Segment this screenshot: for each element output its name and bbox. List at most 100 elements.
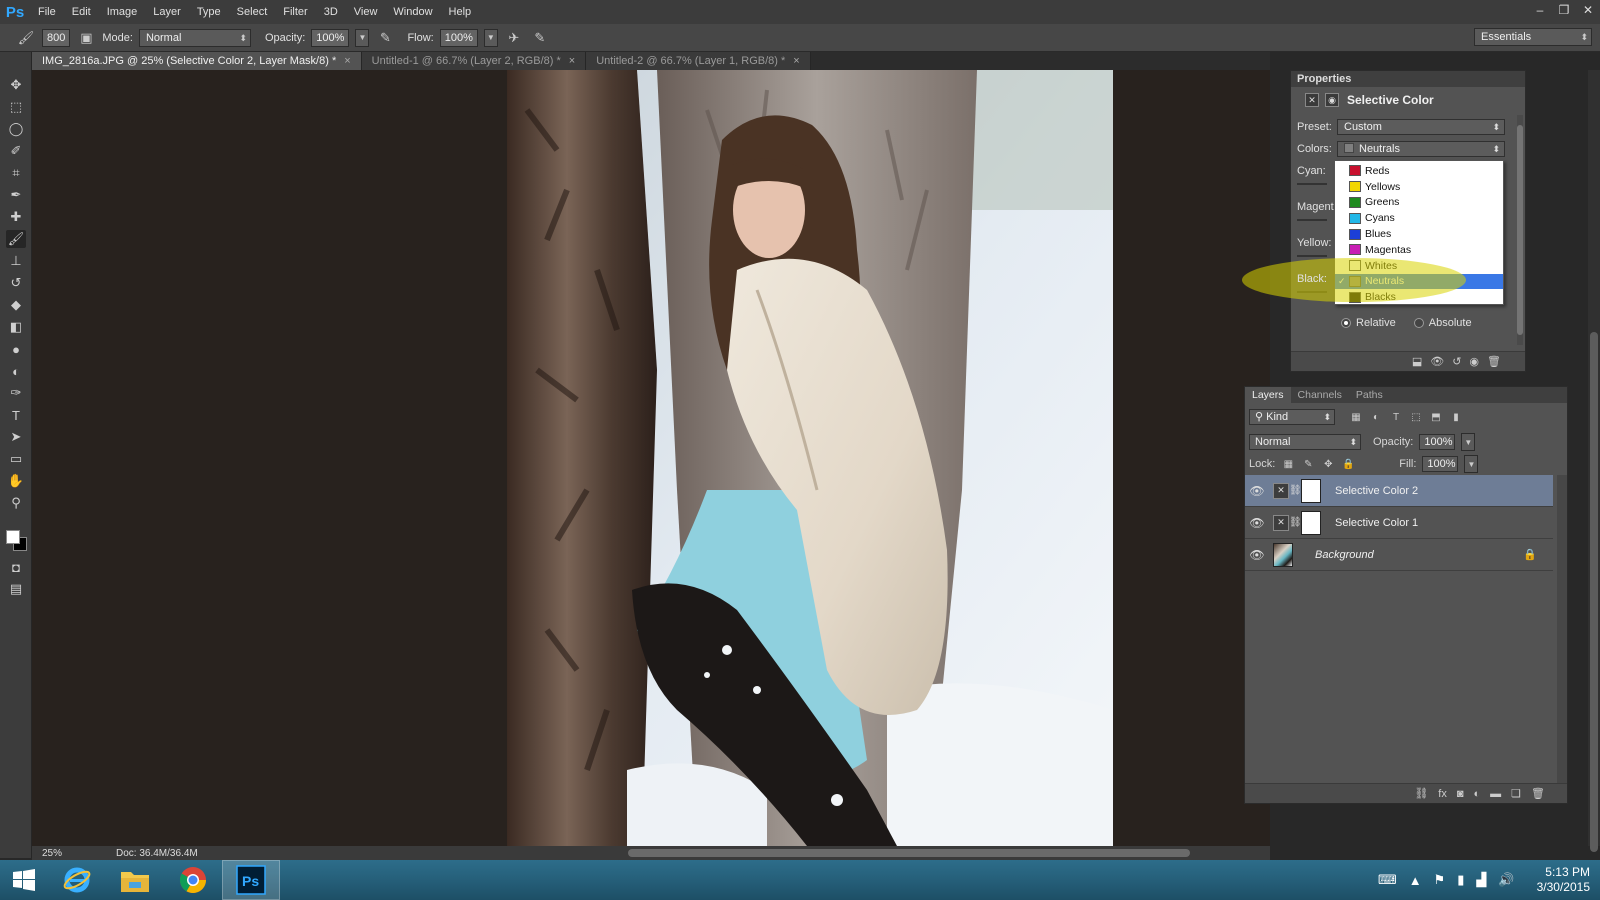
properties-scrollbar[interactable] — [1517, 115, 1523, 345]
dodge-tool-icon[interactable]: ◐ — [6, 362, 26, 380]
menu-file[interactable]: File — [30, 0, 64, 24]
eye-icon[interactable]: 👁 — [1245, 516, 1269, 530]
layer-selective-color-1[interactable]: 👁 ✕ ⛓ Selective Color 1 — [1245, 507, 1553, 539]
layer-name[interactable]: Selective Color 1 — [1335, 517, 1418, 529]
menu-image[interactable]: Image — [99, 0, 146, 24]
dropdown-item-magentas[interactable]: Magentas — [1335, 242, 1503, 258]
color-swatches[interactable] — [6, 530, 28, 552]
view-previous-icon[interactable]: 👁 — [1430, 355, 1444, 368]
mode-select[interactable]: Normal — [138, 28, 251, 47]
eraser-tool-icon[interactable]: ◆ — [6, 296, 26, 314]
lock-all-icon[interactable]: 🔒 — [1341, 457, 1355, 471]
clip-to-layer-icon[interactable]: ⬓ — [1412, 355, 1422, 368]
tab-channels[interactable]: Channels — [1291, 387, 1349, 403]
reset-icon[interactable]: ↺ — [1452, 355, 1461, 368]
clone-stamp-tool-icon[interactable]: ⊥ — [6, 252, 26, 270]
horizontal-scrollbar[interactable] — [628, 849, 1190, 857]
zoom-tool-icon[interactable]: ⚲ — [6, 494, 26, 512]
eye-icon[interactable]: 👁 — [1245, 548, 1269, 562]
file-explorer-button[interactable] — [106, 860, 164, 900]
fill-field[interactable]: 100% — [1422, 456, 1459, 472]
new-layer-icon[interactable]: ❏ — [1511, 787, 1521, 800]
move-tool-icon[interactable]: ✥ — [6, 76, 26, 94]
smart-object-filter-icon[interactable]: ⬒ — [1429, 410, 1443, 424]
opacity-field[interactable]: 100% — [311, 28, 350, 47]
dropdown-item-neutrals[interactable]: ✓ Neutrals — [1335, 273, 1503, 290]
flow-field[interactable]: 100% — [439, 28, 478, 47]
history-brush-tool-icon[interactable]: ↺ — [6, 274, 26, 292]
cyan-slider[interactable] — [1297, 183, 1327, 185]
adjustment-filter-icon[interactable]: ◐ — [1369, 410, 1383, 424]
background-thumbnail[interactable] — [1273, 542, 1293, 567]
lock-position-icon[interactable]: ✥ — [1321, 457, 1335, 471]
layer-mask-thumbnail[interactable] — [1301, 510, 1321, 535]
marquee-tool-icon[interactable]: ⬚ — [6, 98, 26, 116]
quick-select-tool-icon[interactable]: ✐ — [6, 142, 26, 160]
layer-mask-icon[interactable]: ◉ — [1325, 93, 1339, 107]
tab-close-icon[interactable]: × — [344, 55, 350, 67]
tab-paths[interactable]: Paths — [1349, 387, 1390, 403]
eye-icon[interactable]: 👁 — [1245, 484, 1269, 498]
right-dock-scroll-thumb[interactable] — [1590, 332, 1598, 852]
dropdown-item-blacks[interactable]: Blacks — [1335, 289, 1503, 305]
action-center-flag-icon[interactable]: ⚑ — [1434, 872, 1446, 888]
tab-untitled-2[interactable]: Untitled-2 @ 66.7% (Layer 1, RGB/8) * × — [586, 52, 811, 70]
brush-panel-icon[interactable]: ▣ — [76, 28, 96, 48]
tab-img-2816a[interactable]: IMG_2816a.JPG @ 25% (Selective Color 2, … — [32, 52, 362, 70]
layer-opacity-field[interactable]: 100% — [1419, 434, 1456, 450]
layer-mask-thumbnail[interactable] — [1301, 478, 1321, 503]
trash-icon[interactable]: 🗑 — [1487, 355, 1501, 368]
add-mask-icon[interactable]: ◙ — [1457, 788, 1464, 800]
menu-select[interactable]: Select — [229, 0, 276, 24]
type-filter-icon[interactable]: T — [1389, 410, 1403, 424]
layer-selective-color-2[interactable]: 👁 ✕ ⛓ Selective Color 2 — [1245, 475, 1553, 507]
dropdown-item-cyans[interactable]: Cyans — [1335, 210, 1503, 226]
shape-filter-icon[interactable]: ⬚ — [1409, 410, 1423, 424]
menu-view[interactable]: View — [346, 0, 386, 24]
quick-mask-icon[interactable]: ◘ — [6, 558, 26, 576]
pen-tool-icon[interactable]: ✑ — [6, 384, 26, 402]
dropdown-item-greens[interactable]: Greens — [1335, 195, 1503, 211]
airbrush-icon[interactable]: ✈ — [504, 28, 524, 48]
opacity-dropdown-arrow[interactable]: ▼ — [355, 28, 370, 47]
chrome-button[interactable] — [164, 860, 222, 900]
dropdown-item-reds[interactable]: Reds — [1335, 163, 1503, 179]
workspace-select[interactable]: Essentials — [1474, 28, 1592, 46]
menu-layer[interactable]: Layer — [145, 0, 189, 24]
restore-button[interactable]: ❐ — [1552, 0, 1576, 20]
dropdown-item-yellows[interactable]: Yellows — [1335, 179, 1503, 195]
crop-tool-icon[interactable]: ⌗ — [6, 164, 26, 182]
preset-select[interactable]: Custom — [1337, 119, 1505, 135]
healing-brush-tool-icon[interactable]: ✚ — [6, 208, 26, 226]
tab-close-icon[interactable]: × — [793, 55, 799, 67]
hand-tool-icon[interactable]: ✋ — [6, 472, 26, 490]
start-button[interactable] — [0, 860, 48, 900]
internet-explorer-button[interactable] — [48, 860, 106, 900]
menu-edit[interactable]: Edit — [64, 0, 99, 24]
volume-icon[interactable]: 🔊 — [1498, 872, 1514, 888]
zoom-level[interactable]: 25% — [32, 848, 72, 859]
relative-radio[interactable]: Relative — [1341, 317, 1396, 329]
fill-arrow[interactable]: ▼ — [1464, 455, 1479, 473]
canvas-area[interactable] — [32, 70, 1270, 846]
tab-close-icon[interactable]: × — [569, 55, 575, 67]
screen-mode-icon[interactable]: ▤ — [6, 580, 26, 598]
layer-opacity-arrow[interactable]: ▼ — [1461, 433, 1476, 451]
rectangle-tool-icon[interactable]: ▭ — [6, 450, 26, 468]
magenta-slider[interactable] — [1297, 219, 1327, 221]
new-group-icon[interactable]: ▬ — [1490, 788, 1501, 800]
lasso-tool-icon[interactable]: ◯ — [6, 120, 26, 138]
layer-background[interactable]: 👁 Background 🔒 — [1245, 539, 1553, 571]
black-slider[interactable] — [1297, 291, 1327, 293]
photoshop-taskbar-button[interactable]: Ps — [222, 860, 280, 900]
foreground-color-swatch[interactable] — [6, 530, 20, 544]
link-icon[interactable]: ⛓ — [1289, 517, 1302, 528]
pressure-size-icon[interactable]: ✎ — [530, 28, 550, 48]
properties-scroll-thumb[interactable] — [1517, 125, 1523, 335]
paint-bucket-tool-icon[interactable]: ◧ — [6, 318, 26, 336]
show-hidden-icons-icon[interactable]: ▲ — [1409, 873, 1422, 888]
menu-type[interactable]: Type — [189, 0, 229, 24]
layers-scrollbar[interactable] — [1557, 475, 1567, 783]
yellow-slider[interactable] — [1297, 255, 1327, 257]
document-image[interactable] — [507, 70, 1113, 846]
